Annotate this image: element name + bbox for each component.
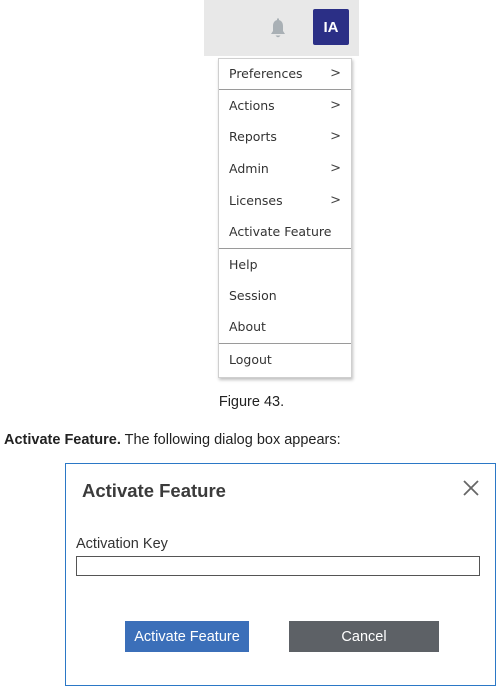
menu-item-label: Preferences <box>229 66 303 81</box>
activation-key-input[interactable] <box>76 556 480 576</box>
chevron-right-icon: > <box>330 161 341 176</box>
chevron-right-icon: > <box>330 129 341 144</box>
menu-item-label: Session <box>229 288 277 303</box>
instruction-rest: The following dialog box appears: <box>120 432 341 448</box>
menu-item-label: Help <box>229 257 258 272</box>
menu-item-label: Actions <box>229 98 275 113</box>
menu-item-label: Admin <box>229 161 269 176</box>
activation-key-label: Activation Key <box>76 536 168 552</box>
instruction-text: Activate Feature. The following dialog b… <box>4 432 341 448</box>
menu-divider <box>219 248 351 249</box>
menu-item-preferences[interactable]: Preferences > <box>219 59 351 88</box>
user-avatar-button[interactable]: IA <box>313 9 349 45</box>
menu-item-label: Activate Feature <box>229 224 332 239</box>
close-icon[interactable] <box>459 476 483 500</box>
menu-item-label: Licenses <box>229 193 283 208</box>
menu-item-activate-feature[interactable]: Activate Feature <box>219 217 351 246</box>
user-dropdown-menu: Preferences > Actions > Reports > Admin … <box>218 58 352 378</box>
menu-item-reports[interactable]: Reports > <box>219 122 351 151</box>
dialog-title: Activate Feature <box>82 480 226 501</box>
menu-item-session[interactable]: Session <box>219 281 351 310</box>
menu-item-actions[interactable]: Actions > <box>219 91 351 120</box>
menu-item-help[interactable]: Help <box>219 250 351 279</box>
figure-caption: Figure 43. <box>218 394 285 410</box>
menu-item-admin[interactable]: Admin > <box>219 154 351 183</box>
menu-item-label: Reports <box>229 129 277 144</box>
menu-divider <box>219 343 351 344</box>
chevron-right-icon: > <box>330 98 341 113</box>
bell-icon[interactable] <box>268 18 288 40</box>
menu-item-label: Logout <box>229 352 272 367</box>
chevron-right-icon: > <box>330 193 341 208</box>
cancel-button[interactable]: Cancel <box>289 621 439 652</box>
menu-divider <box>219 89 351 90</box>
menu-item-logout[interactable]: Logout <box>219 345 351 374</box>
menu-item-about[interactable]: About <box>219 312 351 341</box>
chevron-right-icon: > <box>330 66 341 81</box>
activate-feature-dialog: Activate Feature Activation Key Activate… <box>65 463 496 686</box>
activate-feature-button[interactable]: Activate Feature <box>125 621 249 652</box>
menu-item-label: About <box>229 319 266 334</box>
menu-item-licenses[interactable]: Licenses > <box>219 186 351 215</box>
instruction-bold: Activate Feature. <box>4 432 121 448</box>
